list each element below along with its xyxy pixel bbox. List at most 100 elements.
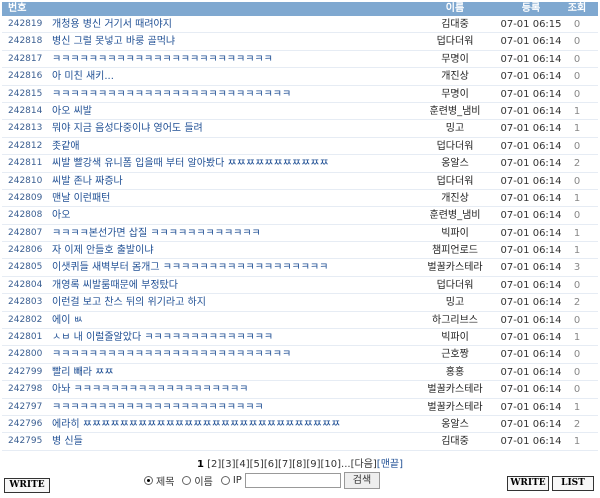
pager-ellipsis[interactable]: ... [341, 459, 351, 470]
post-date: 07-01 06:14 [500, 123, 562, 135]
search-option-ip[interactable]: IP [220, 475, 242, 486]
post-title-link[interactable]: ㅋㅋㅋㅋㅋㅋㅋㅋㅋㅋㅋㅋㅋㅋㅋㅋㅋㅋㅋㅋㅋㅋㅋㅋㅋㅋ [48, 346, 410, 362]
page-link[interactable]: [2] [207, 459, 221, 470]
post-author[interactable]: 옹알스 [410, 416, 500, 432]
write-button-left[interactable]: WRITE [4, 478, 50, 493]
post-hits: 0 [573, 384, 581, 396]
post-title-link[interactable]: ㅋㅋㅋㅋ본선가면 삽질 ㅋㅋㅋㅋㅋㅋㅋㅋㅋㅋㅋㅋ [48, 225, 410, 241]
post-author[interactable]: 하그리브스 [410, 312, 500, 328]
post-hits: 2 [573, 418, 581, 430]
post-title-link[interactable]: 자 이제 안들호 출발이냐 [48, 242, 410, 258]
post-title-link[interactable]: 에라히 ㅉㅉㅉㅉㅉㅉㅉㅉㅉㅉㅉㅉㅉㅉㅉㅉㅉㅉㅉㅉㅉㅉㅉㅉㅉㅉㅉㅉ [48, 416, 410, 432]
post-number: 242816 [8, 71, 43, 82]
post-author[interactable]: 홍홍 [410, 364, 500, 380]
post-hits: 1 [573, 123, 581, 135]
post-title-link[interactable]: ㅋㅋㅋㅋㅋㅋㅋㅋㅋㅋㅋㅋㅋㅋㅋㅋㅋㅋㅋㅋㅋㅋㅋ [48, 399, 410, 415]
post-number: 242809 [8, 192, 43, 203]
search-button[interactable]: 검색 [343, 472, 381, 489]
table-row: 242819 개청용 병신 거기서 때려야지 김대중 07-01 06:15 0 [2, 16, 598, 34]
search-option-title[interactable]: 제목 [144, 473, 174, 488]
post-number: 242805 [8, 262, 43, 273]
post-title-link[interactable]: 이샛퀴들 새벽부터 몸개그 ㅋㅋㅋㅋㅋㅋㅋㅋㅋㅋㅋㅋㅋㅋㅋㅋㅋㅋ [48, 259, 410, 275]
post-hits: 3 [573, 262, 581, 274]
post-title-link[interactable]: 씨발 빨강색 유니폼 입을때 부터 알아봤다 ㅉㅉㅉㅉㅉㅉㅉㅉㅉㅉㅉ [48, 155, 410, 171]
write-button-right[interactable]: WRITE [507, 476, 549, 491]
post-author[interactable]: 벌꿀카스테라 [410, 381, 500, 397]
pagination: 1 [2][3][4][5][6][7][8][9][10]...[다음][맨끝… [0, 455, 600, 470]
post-hits: 0 [573, 210, 581, 222]
post-author[interactable]: 덥다더워 [410, 173, 500, 189]
post-title-link[interactable]: ㅋㅋㅋㅋㅋㅋㅋㅋㅋㅋㅋㅋㅋㅋㅋㅋㅋㅋㅋㅋㅋㅋㅋㅋ [48, 51, 410, 67]
page-link[interactable]: [5] [250, 459, 264, 470]
table-row: 242804 개영록 씨발룸때문에 부정탔다 덥다더워 07-01 06:14 0 [2, 277, 598, 295]
list-button[interactable]: LIST [552, 476, 594, 491]
table-row: 242810 씨발 존나 짜증나 덥다더워 07-01 06:14 0 [2, 173, 598, 190]
post-number: 242798 [8, 384, 43, 395]
post-title-link[interactable]: 빨리 빼라 ㅉㅉ [48, 364, 410, 380]
post-title-link[interactable]: 뭐야 지금 음성다중이냐 영어도 들려 [48, 120, 410, 136]
search-option-name[interactable]: 이름 [182, 473, 213, 488]
post-author[interactable]: 개진상 [410, 190, 500, 206]
post-author[interactable]: 챔피언로드 [410, 242, 500, 258]
radio-title[interactable] [144, 476, 153, 485]
post-author[interactable]: 덥다더워 [410, 33, 500, 49]
post-author[interactable]: 훈련병_냄비 [410, 103, 500, 119]
post-author[interactable]: 빅파이 [410, 225, 500, 241]
page-link[interactable]: [9] [306, 459, 320, 470]
post-hits: 0 [573, 53, 581, 65]
post-hits: 0 [573, 88, 581, 100]
post-title-link[interactable]: ㅅㅂ 내 이럴줄알았다 ㅋㅋㅋㅋㅋㅋㅋㅋㅋㅋㅋㅋㅋㅋ [48, 329, 410, 345]
search-input[interactable] [244, 473, 341, 488]
post-title-link[interactable]: 맨날 이런패턴 [48, 190, 410, 206]
post-title-link[interactable]: 씨발 존나 짜증나 [48, 173, 410, 189]
post-author[interactable]: 무명이 [410, 86, 500, 102]
post-author[interactable]: 개진상 [410, 68, 500, 84]
post-title-link[interactable]: 병신 그럴 못넣고 바룽 골먹냐 [48, 33, 410, 49]
search-form: 제목 이름 IP 검색 [144, 472, 381, 489]
post-author[interactable]: 벌꿀카스테라 [410, 399, 500, 415]
post-author[interactable]: 김대중 [410, 16, 500, 32]
post-author[interactable]: 벌꿀카스테라 [410, 259, 500, 275]
post-title-link[interactable]: 이런걸 보고 찬스 뒤의 위기라고 하지 [48, 294, 410, 310]
post-title-link[interactable]: 아놔 ㅋㅋㅋㅋㅋㅋㅋㅋㅋㅋㅋㅋㅋㅋㅋㅋㅋㅋㅋ [48, 381, 410, 397]
radio-ip[interactable] [220, 476, 230, 485]
page-link[interactable]: [3] [221, 459, 235, 470]
post-author[interactable]: 밍고 [410, 294, 500, 310]
post-author[interactable]: 김대중 [410, 433, 500, 449]
table-row: 242818 병신 그럴 못넣고 바룽 골먹냐 덥다더워 07-01 06:14 0 [2, 33, 598, 51]
page-link[interactable]: [10] [321, 459, 342, 470]
post-title-link[interactable]: 병 신들 [48, 433, 410, 449]
post-author[interactable]: 덥다더워 [410, 138, 500, 154]
post-title-link[interactable]: 개청용 병신 거기서 때려야지 [48, 16, 410, 32]
post-author[interactable]: 훈련병_냄비 [410, 207, 500, 223]
post-author[interactable]: 빅파이 [410, 329, 500, 345]
post-number: 242795 [8, 436, 43, 447]
post-title-link[interactable]: 아 미친 새키... [48, 68, 410, 84]
post-title-link[interactable]: 에이 ㅄ [48, 312, 410, 328]
header-title [48, 2, 410, 16]
post-title-link[interactable]: 좃같애 [48, 138, 410, 154]
page-link[interactable]: [8] [292, 459, 306, 470]
post-author[interactable]: 덥다더워 [410, 277, 500, 293]
post-author[interactable]: 밍고 [410, 120, 500, 136]
radio-name[interactable] [182, 476, 192, 485]
next-page-link[interactable]: [다음] [351, 459, 377, 470]
post-title-link[interactable]: 개영록 씨발룸때문에 부정탔다 [48, 277, 410, 293]
post-title-link[interactable]: ㅋㅋㅋㅋㅋㅋㅋㅋㅋㅋㅋㅋㅋㅋㅋㅋㅋㅋㅋㅋㅋㅋㅋㅋㅋㅋ [48, 86, 410, 102]
post-date: 07-01 06:14 [500, 227, 562, 239]
post-number: 242802 [8, 314, 43, 325]
post-hits: 1 [573, 245, 581, 257]
page-link[interactable]: [4] [235, 459, 249, 470]
page-link[interactable]: [7] [278, 459, 292, 470]
table-row: 242796 에라히 ㅉㅉㅉㅉㅉㅉㅉㅉㅉㅉㅉㅉㅉㅉㅉㅉㅉㅉㅉㅉㅉㅉㅉㅉㅉㅉㅉㅉ 옹알… [2, 416, 598, 434]
post-author[interactable]: 무명이 [410, 51, 500, 67]
post-author[interactable]: 옹알스 [410, 155, 500, 171]
post-title-link[interactable]: 아오 [48, 207, 410, 223]
page-link[interactable]: [6] [264, 459, 278, 470]
post-title-link[interactable]: 아오 씨발 [48, 103, 410, 119]
table-row: 242813 뭐야 지금 음성다중이냐 영어도 들려 밍고 07-01 06:14 1 [2, 120, 598, 138]
table-row: 242817 ㅋㅋㅋㅋㅋㅋㅋㅋㅋㅋㅋㅋㅋㅋㅋㅋㅋㅋㅋㅋㅋㅋㅋㅋ 무명이 07-01 0… [2, 51, 598, 69]
post-hits: 1 [573, 332, 581, 344]
last-page-link[interactable]: [맨끝] [377, 459, 403, 470]
post-author[interactable]: 근호짱 [410, 346, 500, 362]
